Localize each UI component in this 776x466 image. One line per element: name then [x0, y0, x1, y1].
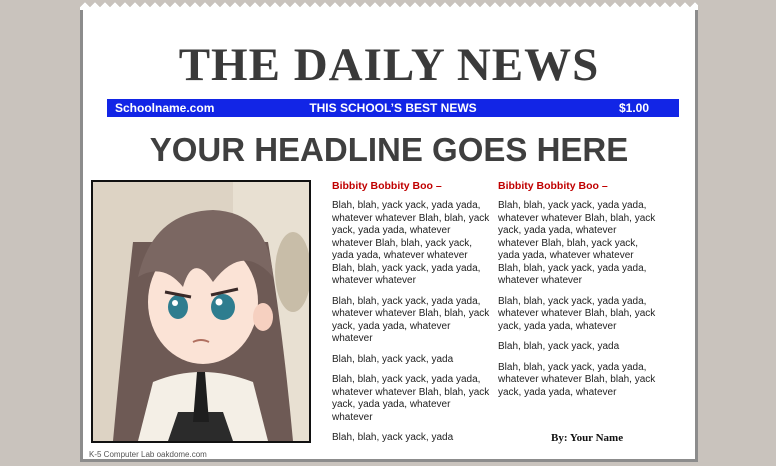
article-title: Bibbity Bobbity Boo – [332, 180, 442, 192]
article-paragraph: Blah, blah, yack yack, yada [332, 353, 454, 365]
article-photo [91, 180, 311, 443]
torn-edge [80, 0, 698, 10]
article-paragraph: Blah, blah, yack yack, yada yada, whatev… [498, 200, 656, 286]
banner-tagline: THIS SCHOOL’S BEST NEWS [309, 101, 477, 115]
banner-price: $1.00 [618, 101, 649, 115]
masthead: THE DAILY NEWS [178, 39, 600, 91]
article-paragraph: Blah, blah, yack yack, yada yada, whatev… [498, 295, 656, 332]
photo-caption: K-5 Computer Lab oakdome.com [89, 450, 207, 459]
article-column-1: Bibbity Bobbity Boo – Blah, blah, yack y… [332, 180, 492, 453]
banner-bar: Schoolname.com THIS SCHOOL’S BEST NEWS $… [107, 99, 679, 117]
article-title: Bibbity Bobbity Boo – [498, 180, 608, 192]
girl-illustration [93, 182, 309, 441]
article-paragraph: Blah, blah, yack yack, yada [498, 341, 620, 352]
article-paragraph: Blah, blah, yack yack, yada yada, whatev… [332, 295, 490, 345]
article-paragraph: Blah, blah, yack yack, yada yada, whatev… [332, 374, 490, 423]
article-paragraph: Blah, blah, yack yack, yada [332, 432, 454, 443]
article-paragraph: Blah, blah, yack yack, yada yada, whatev… [498, 361, 656, 398]
headline: YOUR HEADLINE GOES HERE [149, 131, 629, 168]
byline: By: Your Name [551, 432, 624, 444]
article-paragraph: Blah, blah, yack yack, yada yada, whatev… [332, 200, 490, 286]
newspaper-page: THE DAILY NEWS Schoolname.com THIS SCHOO… [80, 8, 698, 462]
article-column-2: Bibbity Bobbity Boo – Blah, blah, yack y… [498, 180, 658, 407]
